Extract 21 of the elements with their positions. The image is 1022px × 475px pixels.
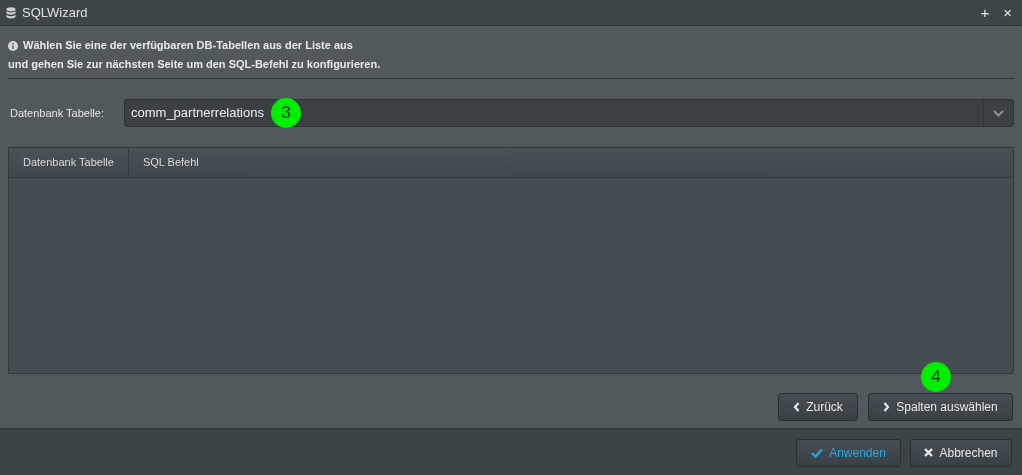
table-dropdown[interactable]: comm_partnerrelations 3 bbox=[124, 99, 1014, 127]
close-button[interactable]: × bbox=[999, 5, 1016, 20]
cancel-button[interactable]: Abbrechen bbox=[910, 438, 1012, 467]
database-icon bbox=[6, 6, 16, 19]
column-header[interactable]: SQL Befehl bbox=[128, 148, 213, 177]
maximize-button[interactable]: + bbox=[976, 5, 994, 20]
dropdown-value: comm_partnerrelations bbox=[131, 104, 264, 123]
step-marker: 4 bbox=[921, 362, 951, 392]
info-icon bbox=[8, 40, 18, 51]
close-icon bbox=[924, 448, 934, 457]
column-header[interactable]: Datenbank Tabelle bbox=[9, 148, 129, 177]
chevron-right-icon bbox=[883, 402, 891, 412]
window-title: SQLWizard bbox=[22, 3, 89, 22]
check-icon bbox=[811, 447, 824, 458]
info-text: und gehen Sie zur nächsten Seite um den SQL-Befehl zu konfigurieren. bbox=[8, 57, 381, 73]
chevron-left-icon bbox=[793, 402, 801, 412]
step-marker: 3 bbox=[271, 98, 301, 128]
chevron-down-icon bbox=[993, 109, 1004, 117]
field-label: Datenbank Tabelle: bbox=[9, 105, 105, 121]
back-button[interactable]: Zurück bbox=[778, 393, 858, 421]
info-text: Wählen Sie eine der verfügbaren DB-Tabellen aus der Liste aus bbox=[23, 38, 353, 54]
